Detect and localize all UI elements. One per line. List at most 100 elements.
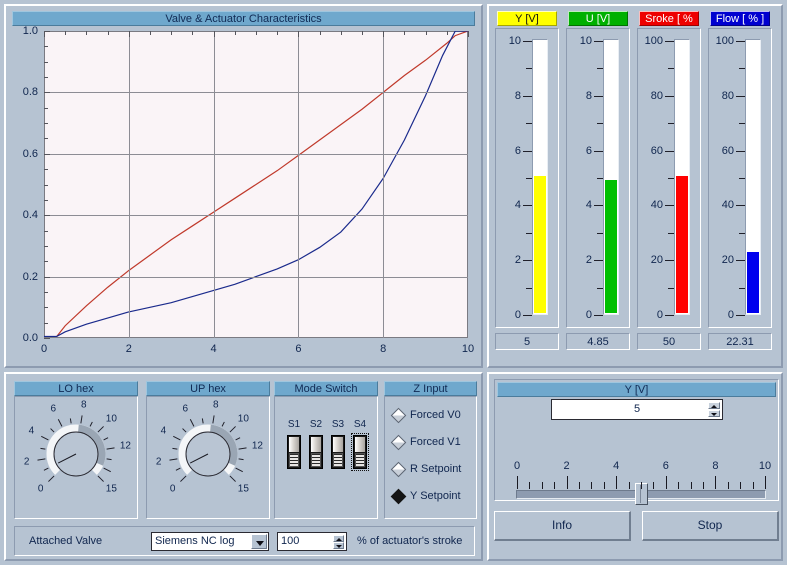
stepper-down-icon[interactable] — [708, 410, 720, 417]
slider-tick — [678, 482, 679, 489]
meter-track: 0 20 40 60 80 100 — [645, 35, 690, 321]
x-axis-tick — [468, 31, 469, 37]
setpoint-stepper[interactable] — [708, 402, 720, 417]
stroke-percent-input[interactable]: 100 — [277, 532, 347, 551]
meter-tick — [665, 205, 674, 207]
setpoint-slider[interactable]: 0 2 4 6 8 10 — [514, 460, 771, 505]
switch-slot — [311, 437, 321, 452]
slider-tick — [641, 482, 642, 489]
z-input-option-2[interactable]: Forced V1 — [390, 434, 461, 451]
z-input-option-3[interactable]: R Setpoint — [390, 461, 462, 478]
switch-slot — [355, 437, 365, 452]
meter-tick-label: 100 — [715, 35, 734, 47]
slider-tick — [740, 482, 741, 489]
plot-canvas[interactable] — [44, 31, 468, 338]
attached-valve-label: Attached Valve — [29, 535, 103, 547]
y-axis-minor-tick — [44, 108, 48, 109]
z-input-option-label: Y Setpoint — [410, 490, 461, 502]
x-axis-tick — [426, 31, 427, 35]
graph-panel: Valve & Actuator Characteristics 0.0 0.2 0… — [4, 4, 483, 368]
meter-tick-label: 8 — [585, 89, 592, 102]
switch-handle[interactable] — [333, 453, 343, 467]
z-input-title: Z Input — [384, 381, 477, 396]
knob-tick — [57, 419, 63, 427]
switch-slot — [333, 437, 343, 452]
slider-tick — [728, 482, 729, 489]
lo-hex-knob[interactable]: 0 2 4 6 8 10 12 15 — [14, 396, 138, 519]
y-axis-minor-tick — [44, 231, 48, 232]
slider-tick — [542, 482, 543, 489]
radio-diamond-icon[interactable] — [390, 461, 407, 478]
meter-tick-label: 0 — [727, 309, 734, 321]
attached-valve-strip: Attached Valve Siemens NC log 100 % of a… — [14, 526, 475, 556]
stepper-up-icon[interactable] — [708, 402, 720, 409]
radio-diamond-icon[interactable] — [390, 407, 407, 424]
meter-tick — [597, 68, 603, 70]
meter-tick — [739, 232, 745, 234]
meter-tick — [523, 260, 532, 262]
x-axis-tick-label: 4 — [210, 343, 217, 355]
stroke-percent-stepper[interactable] — [333, 535, 344, 549]
knob-tick — [169, 458, 178, 461]
meter-label: Sroke [ % — [639, 11, 699, 26]
radio-diamond-icon[interactable] — [390, 434, 407, 451]
meter-track: 0 2 4 6 8 10 — [580, 35, 619, 321]
meter-tick — [594, 95, 603, 97]
attached-valve-select[interactable]: Siemens NC log — [151, 532, 269, 551]
x-axis-tick-label: 6 — [295, 343, 302, 355]
plot-area[interactable]: 0.0 0.2 0.4 0.6 0.8 1.0 0 2 4 6 8 10 — [23, 25, 474, 355]
switch-handle[interactable] — [355, 453, 365, 467]
meter-tick — [526, 123, 532, 125]
meter-body: 0 20 40 60 80 100 — [637, 28, 701, 328]
knob-graphic[interactable] — [15, 397, 137, 515]
mode-switch-s1[interactable] — [287, 435, 301, 469]
mode-switch-s4[interactable] — [351, 433, 369, 471]
up-hex-knob[interactable]: 0 2 4 6 8 10 12 15 — [146, 396, 270, 519]
stepper-down-icon[interactable] — [333, 542, 344, 549]
knob-tick — [40, 447, 46, 450]
knob-tick — [41, 435, 49, 441]
x-axis-tick — [108, 31, 109, 35]
meter-tick — [739, 287, 745, 289]
knob-tick — [238, 447, 247, 450]
switch-handle[interactable] — [289, 453, 299, 467]
meter-tick-label: 60 — [721, 144, 734, 157]
y-axis-tick — [44, 154, 50, 155]
z-input-option-label: Forced V0 — [410, 409, 461, 421]
meter-track: 0 2 4 6 8 10 — [509, 35, 548, 321]
meter-tick — [739, 178, 745, 179]
slider-tick-label: 4 — [613, 460, 620, 472]
knob-tick — [106, 458, 112, 461]
meter-tick-label: 0 — [585, 309, 592, 321]
z-input-option-4[interactable]: Y Setpoint — [390, 488, 461, 505]
radio-diamond-icon[interactable] — [390, 488, 407, 505]
slider-tick-label: 0 — [513, 460, 521, 472]
meter-value: 50 — [637, 333, 701, 350]
setpoint-title: Y [V] — [497, 382, 776, 397]
stop-button[interactable]: Stop — [642, 511, 779, 541]
knob-graphic[interactable] — [147, 397, 269, 515]
info-button[interactable]: Info — [494, 511, 631, 541]
z-input-option-label: R Setpoint — [410, 463, 462, 475]
chevron-down-icon[interactable] — [251, 534, 267, 549]
setpoint-input[interactable]: 5 — [551, 399, 723, 420]
meter-tick — [736, 41, 745, 42]
meter-value: 22.31 — [708, 333, 772, 350]
z-input-option-1[interactable]: Forced V0 — [390, 407, 461, 424]
meter-tick-label: 100 — [644, 35, 663, 47]
mode-switch-s3[interactable] — [331, 435, 345, 469]
graph-title: Valve & Actuator Characteristics — [12, 11, 475, 26]
stepper-up-icon[interactable] — [333, 535, 344, 542]
z-input-panel: Z Input Forced V0 Forced V1 R Setpoint Y Se… — [384, 381, 477, 519]
slider-tick — [604, 482, 605, 489]
knob-tick — [180, 475, 187, 482]
slider-tick — [517, 476, 518, 489]
y-axis-tick — [44, 277, 50, 278]
meter-fill — [676, 176, 688, 313]
x-axis-tick — [192, 31, 193, 35]
knob-tick — [106, 447, 115, 450]
meter-4: Flow [ % ] 0 20 40 60 80 100 22.31 — [708, 11, 774, 363]
x-axis-tick — [383, 31, 384, 37]
mode-switch-s2[interactable] — [309, 435, 323, 469]
switch-handle[interactable] — [311, 453, 321, 467]
